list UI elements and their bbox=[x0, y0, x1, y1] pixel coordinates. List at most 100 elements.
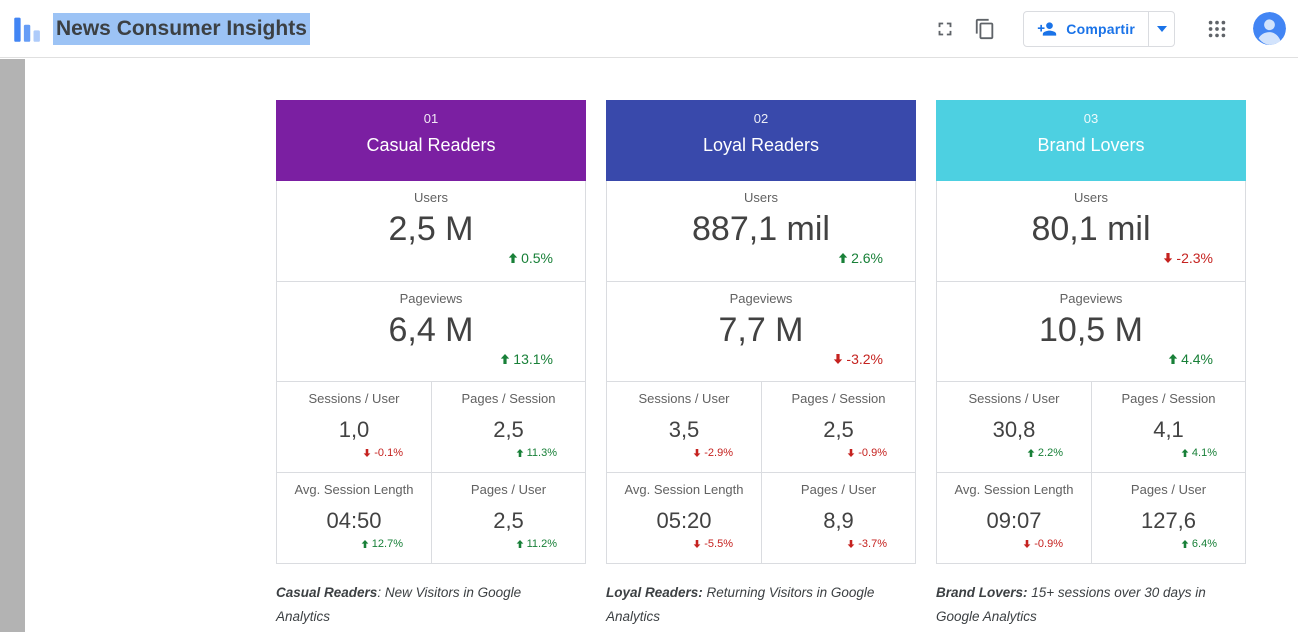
metric-delta: -2.3% bbox=[1163, 250, 1213, 266]
metric-delta: -0.9% bbox=[1023, 538, 1063, 550]
report-title-text[interactable]: News Consumer Insights bbox=[53, 13, 310, 45]
trend-arrow-icon bbox=[361, 540, 369, 548]
metric-delta: -2.9% bbox=[693, 447, 733, 459]
delta-value: 13.1% bbox=[513, 351, 553, 367]
delta-value: 11.3% bbox=[527, 447, 557, 459]
pages-per-user-metric: Pages / User 2,5 11.2% bbox=[431, 473, 585, 563]
fullscreen-button[interactable] bbox=[925, 9, 965, 49]
metric-label: Pages / Session bbox=[462, 391, 556, 407]
metric-delta: 4.4% bbox=[1168, 351, 1213, 367]
share-button[interactable]: Compartir bbox=[1023, 11, 1175, 47]
pages-per-user-metric: Pages / User 8,9 -3.7% bbox=[761, 473, 915, 563]
avg-session-length-metric: Avg. Session Length 04:50 12.7% bbox=[277, 473, 431, 563]
apps-grid-icon bbox=[1206, 18, 1228, 40]
card-number: 01 bbox=[276, 110, 586, 128]
metric-value: 6,4 M bbox=[388, 309, 473, 351]
copy-icon bbox=[974, 18, 996, 40]
scorecard-brand-lovers: 03 Brand Lovers Users 80,1 mil -2.3% Pag… bbox=[936, 100, 1246, 564]
trend-arrow-icon bbox=[1027, 449, 1035, 457]
metric-value: 887,1 mil bbox=[692, 208, 830, 250]
avatar[interactable] bbox=[1253, 12, 1286, 45]
metric-delta: 0.5% bbox=[508, 250, 553, 266]
delta-value: -2.3% bbox=[1176, 250, 1213, 266]
delta-value: -2.9% bbox=[704, 447, 733, 459]
metric-label: Users bbox=[744, 190, 778, 206]
delta-value: -3.7% bbox=[858, 538, 887, 550]
card-metrics: Users 80,1 mil -2.3% Pageviews 10,5 M 4.… bbox=[936, 181, 1246, 564]
trend-arrow-icon bbox=[693, 449, 701, 457]
person-add-icon bbox=[1037, 19, 1057, 39]
metric-row: Sessions / User 30,8 2.2% Pages / Sessio… bbox=[937, 381, 1245, 472]
metric-value: 30,8 bbox=[993, 416, 1036, 444]
app-header: News Consumer Insights Compartir bbox=[0, 0, 1298, 58]
metric-row: Sessions / User 3,5 -2.9% Pages / Sessio… bbox=[607, 381, 915, 472]
avg-session-length-metric: Avg. Session Length 09:07 -0.9% bbox=[937, 473, 1091, 563]
pages-per-session-metric: Pages / Session 2,5 11.3% bbox=[431, 382, 585, 472]
delta-value: 12.7% bbox=[372, 538, 403, 550]
metric-delta: -0.1% bbox=[363, 447, 403, 459]
card-number: 03 bbox=[936, 110, 1246, 128]
caption-casual-readers: Casual Readers: New Visitors in Google A… bbox=[276, 581, 576, 629]
metric-value: 2,5 M bbox=[388, 208, 473, 250]
metric-delta: 13.1% bbox=[500, 351, 553, 367]
trend-arrow-icon bbox=[363, 449, 371, 457]
avg-session-length-metric: Avg. Session Length 05:20 -5.5% bbox=[607, 473, 761, 563]
caption-loyal-readers: Loyal Readers: Returning Visitors in Goo… bbox=[606, 581, 906, 629]
metric-value: 127,6 bbox=[1141, 507, 1196, 535]
trend-arrow-icon bbox=[1023, 540, 1031, 548]
report-title[interactable]: News Consumer Insights bbox=[53, 17, 310, 41]
avatar-person-icon bbox=[1253, 12, 1286, 45]
card-number: 02 bbox=[606, 110, 916, 128]
pages-per-user-metric: Pages / User 127,6 6.4% bbox=[1091, 473, 1245, 563]
metric-label: Pages / Session bbox=[1122, 391, 1216, 407]
metric-value: 04:50 bbox=[326, 507, 381, 535]
trend-arrow-icon bbox=[847, 540, 855, 548]
metric-label: Avg. Session Length bbox=[954, 482, 1073, 498]
data-studio-logo-icon[interactable] bbox=[10, 12, 44, 46]
metric-value: 2,5 bbox=[493, 507, 524, 535]
metric-delta: 4.1% bbox=[1181, 447, 1217, 459]
metric-label: Pages / User bbox=[471, 482, 546, 498]
users-metric: Users 2,5 M 0.5% bbox=[277, 181, 585, 281]
apps-grid-button[interactable] bbox=[1197, 9, 1237, 49]
metric-value: 80,1 mil bbox=[1031, 208, 1150, 250]
delta-value: 2.2% bbox=[1038, 447, 1063, 459]
metric-delta: 2.2% bbox=[1027, 447, 1063, 459]
delta-value: 6.4% bbox=[1192, 538, 1217, 550]
caption-brand-lovers: Brand Lovers: 15+ sessions over 30 days … bbox=[936, 581, 1236, 629]
delta-value: 0.5% bbox=[521, 250, 553, 266]
delta-value: -0.9% bbox=[858, 447, 887, 459]
pageviews-metric: Pageviews 7,7 M -3.2% bbox=[607, 281, 915, 381]
canvas-left-gutter bbox=[0, 59, 25, 632]
card-header: 02 Loyal Readers bbox=[606, 100, 916, 181]
metric-value: 3,5 bbox=[669, 416, 700, 444]
metric-delta: 6.4% bbox=[1181, 538, 1217, 550]
sessions-per-user-metric: Sessions / User 30,8 2.2% bbox=[937, 382, 1091, 472]
copy-report-button[interactable] bbox=[965, 9, 1005, 49]
metric-label: Users bbox=[414, 190, 448, 206]
trend-arrow-icon bbox=[516, 449, 524, 457]
card-metrics: Users 887,1 mil 2.6% Pageviews 7,7 M -3.… bbox=[606, 181, 916, 564]
metric-label: Sessions / User bbox=[638, 391, 729, 407]
card-title: Loyal Readers bbox=[606, 135, 916, 156]
metric-label: Pages / User bbox=[1131, 482, 1206, 498]
delta-value: -0.1% bbox=[374, 447, 403, 459]
metric-value: 4,1 bbox=[1153, 416, 1184, 444]
metric-row: Sessions / User 1,0 -0.1% Pages / Sessio… bbox=[277, 381, 585, 472]
dropdown-caret-icon bbox=[1157, 26, 1167, 32]
delta-value: 11.2% bbox=[527, 538, 557, 550]
trend-arrow-icon bbox=[833, 354, 843, 364]
trend-arrow-icon bbox=[1168, 354, 1178, 364]
metric-label: Pages / User bbox=[801, 482, 876, 498]
metric-label: Pageviews bbox=[1060, 291, 1123, 307]
share-options-dropdown[interactable] bbox=[1148, 12, 1174, 46]
metric-value: 8,9 bbox=[823, 507, 854, 535]
pages-per-session-metric: Pages / Session 2,5 -0.9% bbox=[761, 382, 915, 472]
metric-value: 10,5 M bbox=[1039, 309, 1143, 351]
card-metrics: Users 2,5 M 0.5% Pageviews 6,4 M 13.1% S… bbox=[276, 181, 586, 564]
delta-value: 2.6% bbox=[851, 250, 883, 266]
scorecard-casual-readers: 01 Casual Readers Users 2,5 M 0.5% Pagev… bbox=[276, 100, 586, 564]
share-button-main[interactable]: Compartir bbox=[1024, 12, 1148, 46]
metric-row: Avg. Session Length 04:50 12.7% Pages / … bbox=[277, 472, 585, 563]
metric-label: Pageviews bbox=[400, 291, 463, 307]
